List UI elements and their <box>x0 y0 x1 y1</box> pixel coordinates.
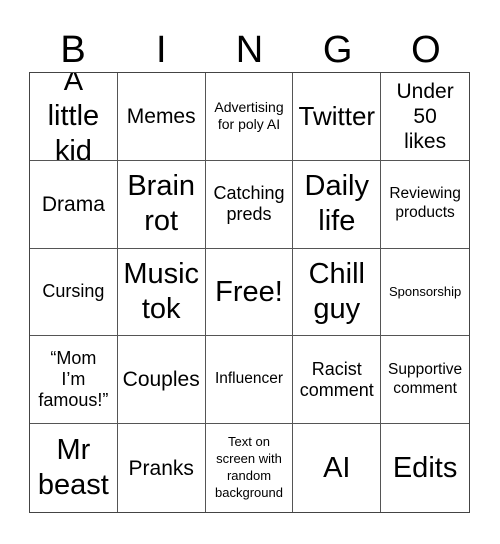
bingo-cell[interactable]: Pranks <box>118 424 206 512</box>
bingo-cell[interactable]: Influencer <box>205 336 294 425</box>
bingo-cell[interactable]: Chill guy <box>293 248 382 337</box>
header-letter-n: N <box>235 29 264 71</box>
bingo-cell[interactable]: Racist comment <box>293 336 382 425</box>
bingo-cell[interactable]: Sponsorship <box>381 249 469 337</box>
bingo-cell[interactable]: Catching preds <box>205 160 294 249</box>
bingo-cell[interactable]: A little kid <box>30 73 118 161</box>
header-letter-b: B <box>60 29 86 71</box>
bingo-cell[interactable]: Supportive comment <box>381 336 469 425</box>
bingo-cell[interactable]: Cursing <box>30 248 118 337</box>
bingo-cell[interactable]: Under 50 likes <box>381 73 469 161</box>
bingo-cell[interactable]: Twitter <box>293 73 382 161</box>
bingo-header: B I N G O <box>29 28 470 72</box>
bingo-cell[interactable]: AI <box>293 424 382 512</box>
bingo-cell[interactable]: Memes <box>117 73 206 161</box>
bingo-cell[interactable]: Text on screen with random background <box>206 424 294 512</box>
bingo-cell[interactable]: Music tok <box>117 248 206 337</box>
bingo-cell[interactable]: Advertising for poly AI <box>205 73 294 161</box>
header-letter-o: O <box>411 29 441 71</box>
bingo-cell[interactable]: Drama <box>30 160 118 249</box>
bingo-cell[interactable]: Daily life <box>293 160 382 249</box>
bingo-cell[interactable]: Edits <box>381 424 469 512</box>
bingo-cell[interactable]: Reviewing products <box>381 161 469 249</box>
bingo-cell[interactable]: Mr beast <box>30 424 118 512</box>
bingo-cell[interactable]: Couples <box>117 336 206 425</box>
header-letter-i: I <box>156 29 167 71</box>
free-space[interactable]: Free! <box>205 248 294 337</box>
bingo-cell[interactable]: Brain rot <box>117 160 206 249</box>
bingo-grid: A little kid Memes Advertising for poly … <box>29 72 470 513</box>
bingo-cell[interactable]: “Mom I’m famous!” <box>30 336 118 425</box>
header-letter-g: G <box>322 29 353 71</box>
